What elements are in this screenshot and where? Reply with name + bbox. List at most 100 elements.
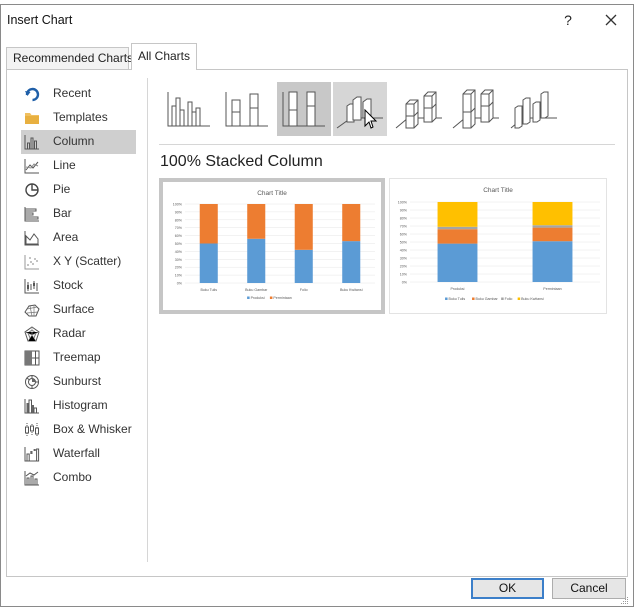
sidebar-item-line[interactable]: Line [21,154,136,178]
sidebar-item-surface[interactable]: Surface [21,298,136,322]
subtype-3d-column[interactable] [507,82,561,136]
sidebar-item-label: Bar [53,206,72,220]
y-tick-label: 10% [175,274,183,278]
bar-chart-icon [24,207,39,222]
waterfall-icon [24,447,40,462]
3d-column-icon [510,91,557,129]
subtype-divider [159,144,615,145]
bar-segment [199,243,218,283]
sidebar-item-bar[interactable]: Bar [21,202,136,226]
y-tick-label: 90% [175,210,183,214]
sidebar-item-box-whisker[interactable]: Box & Whisker [21,418,136,442]
cancel-button[interactable]: Cancel [552,578,626,599]
y-tick-label: 50% [400,241,408,245]
line-chart-icon [24,159,39,174]
sidebar-item-label: Area [53,230,79,244]
y-tick-label: 10% [400,273,408,277]
bar-segment [437,226,478,230]
stock-chart-icon [24,279,39,294]
y-tick-label: 60% [400,233,408,237]
sidebar-item-stock[interactable]: Stock [21,274,136,298]
help-button[interactable]: ? [558,10,578,30]
treemap-icon [24,350,40,366]
sidebar-item-label: Histogram [53,398,108,412]
dialog-title: Insert Chart [7,13,73,27]
combo-chart-icon [24,471,39,486]
legend-swatch [472,297,475,300]
chart-type-list: Recent Templates Column Line Pie Bar Are… [7,70,147,576]
sidebar-item-label: Surface [53,302,95,316]
sidebar-item-label: Combo [53,470,92,484]
y-tick-label: 90% [400,209,408,213]
sidebar-item-pie[interactable]: Pie [21,178,136,202]
tab-all-charts[interactable]: All Charts [131,43,197,70]
chart-title: Chart Title [483,187,513,194]
resize-grip-icon[interactable] [619,597,629,605]
sidebar-item-templates[interactable]: Templates [21,106,136,130]
sidebar-item-waterfall[interactable]: Waterfall [21,442,136,466]
legend-label: Buku Gambar [476,297,499,301]
sidebar-item-label: Pie [53,182,71,196]
y-tick-label: 40% [400,249,408,253]
all-charts-panel: Recent Templates Column Line Pie Bar Are… [6,69,628,577]
sidebar-item-radar[interactable]: Radar [21,322,136,346]
y-tick-label: 80% [175,218,183,222]
subtype-stacked-column[interactable] [220,82,274,136]
y-tick-label: 20% [175,266,183,270]
subtype-3d-100-stacked-column[interactable] [449,82,503,136]
3d-100-stacked-column-icon [452,89,499,129]
sidebar-item-area[interactable]: Area [21,226,136,250]
column-chart-icon [24,135,39,150]
sidebar-item-treemap[interactable]: Treemap [21,346,136,370]
chart-preview-2[interactable]: Chart Title 100% 90% 80% 70% 60% 50% 40% 30% 20% 1… [389,178,607,314]
sunburst-icon [25,375,39,389]
tab-recommended-charts[interactable]: Recommended Charts [6,47,133,69]
sidebar-item-label: Line [53,158,76,172]
x-tick-label: Buku Tulis [200,288,217,292]
y-tick-label: 70% [175,226,183,230]
sidebar-item-recent[interactable]: Recent [21,82,136,106]
bar-segment [437,229,478,244]
y-tick-label: 0% [177,282,183,286]
sidebar-divider [147,78,148,562]
bar-segment [342,241,361,283]
ok-button[interactable]: OK [471,578,544,599]
sidebar-item-histogram[interactable]: Histogram [21,394,136,418]
x-tick-label: Buku Gambar [245,288,268,292]
sidebar-item-label: Box & Whisker [53,422,132,436]
sidebar-item-scatter[interactable]: X Y (Scatter) [21,250,136,274]
box-whisker-icon [25,423,39,437]
sidebar-item-label: Templates [53,110,108,124]
sidebar-item-label: Sunburst [53,374,102,388]
100-stacked-column-icon [282,91,325,127]
sidebar-item-combo[interactable]: Combo [21,466,136,490]
3d-stacked-column-icon [395,91,442,129]
sidebar-item-sunburst[interactable]: Sunburst [21,370,136,394]
subtype-3d-stacked-column[interactable] [392,82,446,136]
chart-preview-1[interactable]: Chart Title 100% 90% 80% 70% 60% 50% 40% 30% 20% 1… [159,178,385,314]
sidebar-item-column[interactable]: Column [21,130,136,154]
chart-title: Chart Title [257,190,287,197]
radar-chart-icon [24,326,40,342]
pie-chart-icon [25,183,39,197]
subtype-3d-clustered-column[interactable] [333,82,387,136]
3d-clustered-column-icon [336,96,383,129]
clustered-column-icon [167,92,210,127]
legend-label: Folio [505,297,513,301]
chart-preview-svg: Chart Title 100% 90% 80% 70% 60% 50% 40% 30% 20% 1… [173,190,375,300]
y-tick-label: 100% [173,203,183,207]
bar-segment [247,204,266,239]
legend-swatch [247,296,250,299]
legend-label: Produksi [251,296,265,300]
legend-label: Permintaan [273,296,291,300]
sidebar-item-label: Column [53,134,95,148]
bar-segment [437,243,478,282]
legend-label: Buku Tulis [449,297,466,301]
y-tick-label: 70% [400,225,408,229]
sidebar-item-label: Waterfall [53,446,100,460]
subtype-clustered-column[interactable] [162,82,216,136]
x-tick-label: Buku Kwitansi [340,288,363,292]
subtype-100-stacked-column[interactable] [277,82,331,136]
close-button[interactable] [599,10,623,32]
insert-chart-dialog: Insert Chart ? Recommended Charts All Ch… [0,4,634,607]
